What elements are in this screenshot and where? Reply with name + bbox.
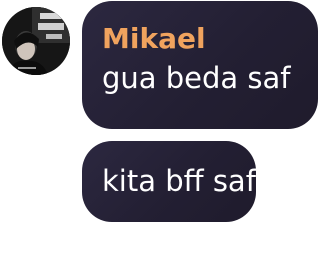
chat-thread: Mikael gua beda saf kita bff saf — [0, 0, 320, 277]
user-avatar[interactable] — [2, 7, 70, 75]
avatar-photo-icon — [2, 7, 70, 75]
sender-name[interactable]: Mikael — [102, 19, 298, 59]
message-text: kita bff saf — [102, 164, 256, 198]
message-text: gua beda saf — [102, 61, 291, 95]
message-bubble[interactable]: kita bff saf — [82, 141, 256, 222]
message-bubble[interactable]: Mikael gua beda saf — [82, 1, 318, 129]
